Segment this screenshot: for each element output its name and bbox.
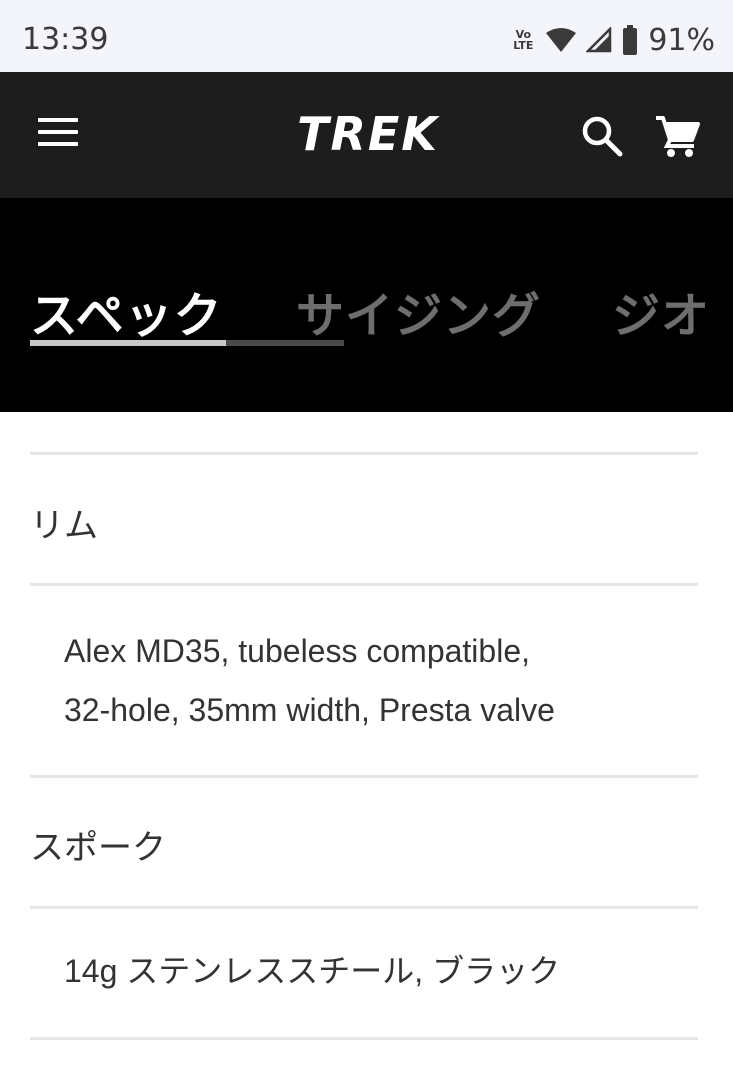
tab-geometry[interactable]: ジオ (612, 276, 710, 346)
divider (30, 452, 698, 455)
tab-strip: スペック サイジング ジオ (0, 198, 733, 412)
tab-specs[interactable]: スペック (30, 276, 223, 346)
spec-value-spokes: 14g ステンレススチール, ブラック (64, 942, 698, 1001)
menu-button[interactable] (38, 118, 78, 152)
status-time: 13:39 (22, 22, 109, 57)
app-header: TREK (0, 72, 733, 198)
divider (30, 583, 698, 586)
trek-logo[interactable]: TREK (246, 112, 490, 158)
divider (30, 906, 698, 909)
spec-label-rim: リム (30, 506, 98, 546)
wifi-icon (546, 28, 577, 52)
spec-value-line: 14g ステンレススチール, ブラック (64, 953, 561, 989)
status-icons: Vo LTE 91% (510, 20, 715, 60)
spec-label-spokes: スポーク (30, 828, 166, 868)
tab-sizing[interactable]: サイジング (296, 276, 541, 346)
status-bar: 13:39 Vo LTE 91% (0, 0, 733, 72)
svg-text:TREK: TREK (297, 112, 440, 158)
divider (30, 775, 698, 778)
cart-icon[interactable] (654, 114, 700, 158)
spec-value-rim: Alex MD35, tubeless compatible, 32-hole,… (64, 622, 698, 740)
tab-active-indicator (30, 340, 226, 346)
battery-percentage: 91% (648, 22, 715, 58)
signal-icon (586, 27, 612, 53)
spec-value-line: 32-hole, 35mm width, Presta valve (64, 692, 555, 728)
spec-value-line: Alex MD35, tubeless compatible, (64, 633, 530, 669)
menu-icon (38, 118, 78, 122)
volte-icon: Vo LTE (513, 28, 534, 52)
divider (30, 1037, 698, 1040)
search-icon[interactable] (581, 115, 623, 157)
battery-icon (623, 25, 638, 55)
